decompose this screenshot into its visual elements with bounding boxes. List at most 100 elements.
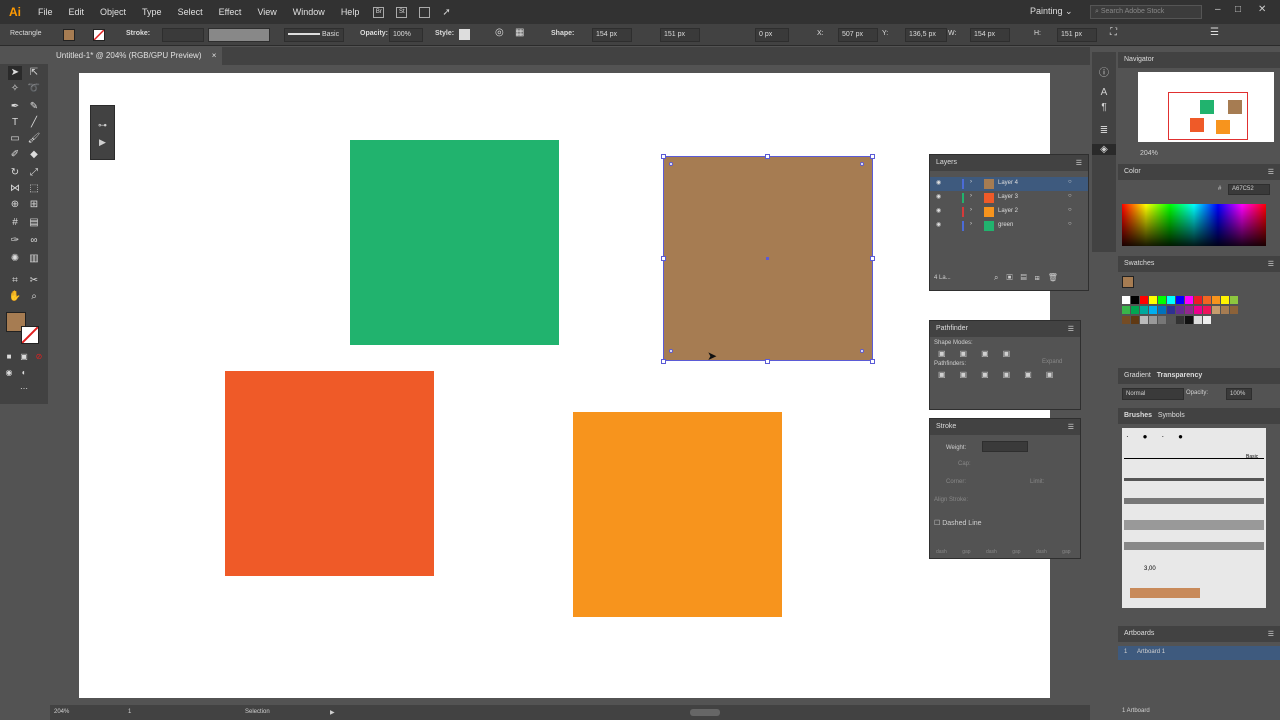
color-swatch[interactable] bbox=[1203, 296, 1211, 304]
color-swatch[interactable] bbox=[1194, 306, 1202, 314]
pen-tool-icon[interactable]: ✒ bbox=[8, 100, 22, 114]
opacity-field[interactable]: 100% bbox=[389, 28, 423, 42]
menu-help[interactable]: Help bbox=[333, 7, 368, 17]
color-swatch[interactable] bbox=[1176, 316, 1184, 324]
color-swatch[interactable] bbox=[1122, 316, 1130, 324]
corner-widget[interactable] bbox=[860, 349, 864, 353]
layers-panel-icon[interactable]: ◈ bbox=[1092, 144, 1116, 155]
edit-toolbar-icon[interactable]: ⋯ bbox=[17, 382, 31, 396]
color-swatch[interactable] bbox=[1158, 316, 1166, 324]
color-swatch[interactable] bbox=[1149, 296, 1157, 304]
corner-radius-field[interactable]: 0 px bbox=[755, 28, 789, 42]
target-icon[interactable]: ○ bbox=[1068, 179, 1072, 185]
eye-icon[interactable]: ◉ bbox=[936, 193, 941, 200]
color-swatch[interactable] bbox=[1158, 306, 1166, 314]
color-swatch[interactable] bbox=[1176, 296, 1184, 304]
eyedropper-icon[interactable]: ✑ bbox=[8, 234, 22, 248]
gradient-mode-icon[interactable]: ▣ bbox=[17, 350, 31, 364]
color-swatch[interactable] bbox=[1140, 296, 1148, 304]
line-tool-icon[interactable]: ╱ bbox=[27, 116, 41, 130]
slice-tool-icon[interactable]: ✂ bbox=[27, 274, 41, 288]
symbols-tab[interactable]: Symbols bbox=[1158, 412, 1185, 419]
color-swatch[interactable] bbox=[1149, 316, 1157, 324]
curvature-tool-icon[interactable]: ✎ bbox=[27, 100, 41, 114]
corner-widget[interactable] bbox=[669, 162, 673, 166]
color-swatch[interactable] bbox=[1221, 296, 1229, 304]
panel-menu-icon[interactable]: ☰ bbox=[1076, 159, 1082, 167]
color-swatch[interactable] bbox=[1131, 306, 1139, 314]
anchor-handle[interactable] bbox=[870, 154, 875, 159]
align-icon[interactable]: ▦ bbox=[515, 27, 524, 38]
zoom-level[interactable]: 204% bbox=[54, 709, 69, 715]
transparency-opacity-field[interactable]: 100% bbox=[1226, 388, 1252, 400]
paragraph-icon[interactable]: ¶ bbox=[1092, 102, 1116, 113]
info-icon[interactable]: ⓘ bbox=[1092, 64, 1116, 79]
canvas-area[interactable]: ➤ ⊶ ▶ bbox=[50, 65, 1080, 705]
stock-icon[interactable]: St bbox=[396, 6, 408, 18]
type-tool-icon[interactable]: T bbox=[8, 116, 22, 130]
brush-stroke[interactable] bbox=[1124, 478, 1264, 481]
blend-tool-icon[interactable]: ∞ bbox=[27, 234, 41, 248]
draw-normal-icon[interactable]: ◉ bbox=[2, 366, 16, 380]
brush-stroke[interactable] bbox=[1124, 542, 1264, 550]
target-icon[interactable]: ○ bbox=[1068, 221, 1072, 227]
color-swatch[interactable] bbox=[1122, 296, 1130, 304]
gpu-performance-icon[interactable]: ➚ bbox=[442, 7, 450, 18]
horizontal-scrollbar[interactable] bbox=[690, 709, 720, 716]
stock-search-input[interactable]: ⌕ Search Adobe Stock bbox=[1090, 5, 1202, 19]
rotate-tool-icon[interactable]: ↻ bbox=[8, 166, 22, 180]
chevron-right-icon[interactable]: › bbox=[970, 221, 972, 227]
color-swatch[interactable] bbox=[1140, 306, 1148, 314]
artboard-tool-icon[interactable]: ⌗ bbox=[8, 274, 22, 288]
panel-menu-icon[interactable]: ☰ bbox=[1268, 260, 1274, 268]
color-swatch[interactable] bbox=[1122, 306, 1130, 314]
color-swatch[interactable] bbox=[1230, 306, 1238, 314]
menu-window[interactable]: Window bbox=[285, 7, 333, 17]
chevron-right-icon[interactable]: › bbox=[970, 207, 972, 213]
blend-mode-select[interactable]: Normal bbox=[1122, 388, 1184, 400]
anchor-handle[interactable] bbox=[870, 256, 875, 261]
character-icon[interactable]: A bbox=[1092, 87, 1116, 98]
hand-tool-icon[interactable]: ✋ bbox=[8, 290, 22, 304]
brush-stroke[interactable] bbox=[1124, 498, 1264, 504]
color-swatch[interactable] bbox=[1167, 296, 1175, 304]
color-mode-icon[interactable]: ■ bbox=[2, 350, 16, 364]
color-swatch[interactable] bbox=[1131, 316, 1139, 324]
layer-row[interactable]: ◉ › Layer 2 ○ bbox=[930, 205, 1088, 219]
color-spectrum[interactable] bbox=[1122, 204, 1266, 246]
color-swatch[interactable] bbox=[1194, 296, 1202, 304]
color-swatch[interactable] bbox=[1158, 296, 1166, 304]
pathfinder-buttons[interactable]: ▣▣▣▣▣▣ bbox=[930, 370, 1080, 379]
panel-options-icon[interactable]: ☰ bbox=[1210, 27, 1219, 38]
color-swatch[interactable] bbox=[1167, 306, 1175, 314]
corner-widget[interactable] bbox=[860, 162, 864, 166]
chevron-right-icon[interactable]: › bbox=[970, 179, 972, 185]
color-swatch[interactable] bbox=[1185, 316, 1193, 324]
basic-brush-line[interactable] bbox=[1124, 458, 1264, 459]
play-icon[interactable]: ▶ bbox=[91, 137, 114, 148]
anchor-handle[interactable] bbox=[661, 359, 666, 364]
magic-wand-icon[interactable]: ✧ bbox=[8, 82, 22, 96]
stroke-swatch[interactable] bbox=[93, 29, 105, 41]
anchor-handle[interactable] bbox=[765, 154, 770, 159]
corner-widget[interactable] bbox=[669, 349, 673, 353]
document-tab[interactable]: Untitled-1* @ 204% (RGB/GPU Preview) × bbox=[50, 47, 223, 65]
color-swatch[interactable] bbox=[1194, 316, 1202, 324]
x-field[interactable]: 507 px bbox=[838, 28, 878, 42]
color-swatch[interactable] bbox=[1185, 306, 1193, 314]
shape-builder-icon[interactable]: ⊕ bbox=[8, 198, 22, 212]
mesh-tool-icon[interactable]: # bbox=[8, 216, 22, 230]
page-number[interactable]: 1 bbox=[128, 709, 131, 715]
color-swatch[interactable] bbox=[1230, 296, 1238, 304]
anchor-handle[interactable] bbox=[661, 154, 666, 159]
zoom-tool-icon[interactable]: ⌕ bbox=[27, 290, 41, 304]
stroke-weight-field[interactable] bbox=[162, 28, 204, 42]
brush-definition-field[interactable]: Basic bbox=[284, 28, 344, 42]
artboard-row[interactable]: 1 Artboard 1 bbox=[1118, 646, 1280, 660]
pattern-brush[interactable] bbox=[1130, 588, 1200, 598]
brush-library[interactable]: ·●·● Basic 3,00 bbox=[1122, 428, 1266, 608]
lasso-icon[interactable]: ➰ bbox=[27, 82, 41, 96]
color-swatch[interactable] bbox=[1221, 306, 1229, 314]
panel-menu-icon[interactable]: ☰ bbox=[1268, 168, 1274, 176]
target-icon[interactable]: ○ bbox=[1068, 193, 1072, 199]
